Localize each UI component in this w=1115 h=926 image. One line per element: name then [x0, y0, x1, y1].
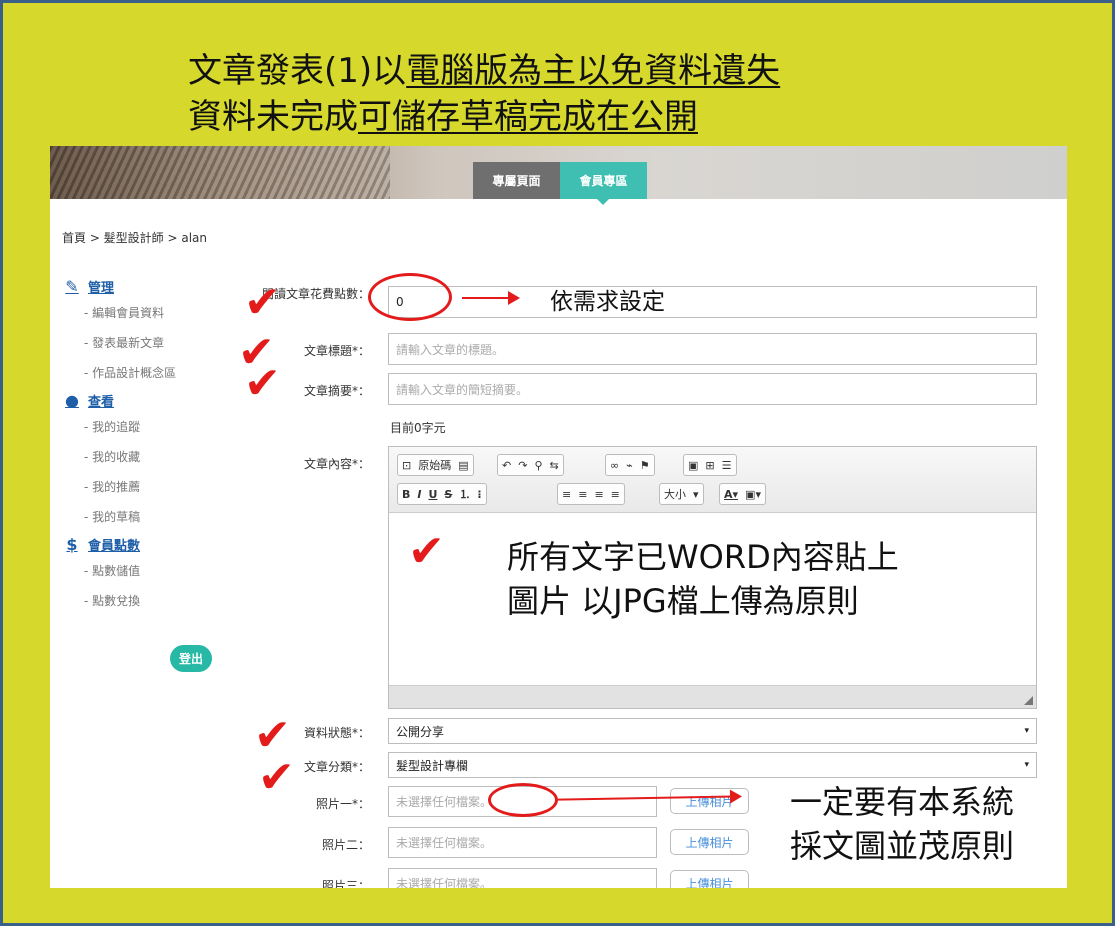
sidebar-group-points[interactable]: $ 會員點數 [62, 532, 242, 556]
strikethrough-icon: S [444, 487, 453, 501]
source-icon: ⊡ [402, 458, 412, 472]
replace-icon: ⇆ [549, 458, 559, 472]
user-icon: ● [65, 390, 79, 410]
checkmark-annotation: ✔ [244, 277, 281, 328]
text-color-icon: A▾ [724, 487, 739, 501]
italic-icon: I [417, 487, 422, 501]
sidebar-group-label: 查看 [88, 394, 115, 410]
header-banner: 專屬頁面 會員專區 [50, 146, 1067, 205]
numbered-list-icon: ⒈ [459, 488, 471, 501]
sidebar-item-redeem[interactable]: - 點數兌換 [62, 586, 242, 616]
category-select[interactable]: 髮型設計專欄 ▾ [388, 752, 1037, 778]
bold-icon: B [402, 487, 411, 501]
align-justify-icon: ≡ [610, 487, 620, 501]
document-icon: ▤ [458, 458, 469, 472]
sidebar-group-manage[interactable]: ✎ 管理 [62, 274, 242, 298]
category-select-value: 髮型設計專欄 [396, 758, 469, 773]
chevron-down-icon: ▾ [1024, 760, 1029, 770]
toolbar-source-group[interactable]: ⊡ 原始碼 ▤ [397, 454, 474, 476]
photo2-label: 照片二： [321, 838, 370, 852]
checkmark-annotation: ✔ [408, 526, 445, 577]
status-select-value: 公開分享 [396, 724, 445, 739]
edit-icon: ✎ [65, 276, 79, 296]
checkmark-annotation: ✔ [258, 752, 295, 803]
toolbar-link-group[interactable]: ∞ ⌁ ⚑ [605, 454, 655, 476]
tab-exclusive-page[interactable]: 專屬頁面 [473, 162, 560, 199]
editor-toolbar: ⊡ 原始碼 ▤ ↶ ↷ ⚲ ⇆ ∞ ⌁ ⚑ ▣ ⊞ ☰ B I U S ⒈ ⁝ … [389, 447, 1036, 513]
slide-heading: 文章發表(1)以電腦版為主以免資料遺失 資料未完成可儲存草稿完成在公開 [188, 51, 781, 137]
photo2-file-input[interactable]: 未選擇任何檔案。 [388, 827, 657, 858]
unlink-icon: ⌁ [626, 458, 633, 472]
sidebar: ✎ 管理 - 編輯會員資料 - 發表最新文章 - 作品設計概念區 ● 查看 - … [62, 274, 242, 616]
toolbar-align-group[interactable]: ≡ ≡ ≡ ≡ [557, 483, 625, 505]
sidebar-item-drafts[interactable]: - 我的草稿 [62, 502, 242, 532]
undo-icon: ↶ [502, 458, 512, 472]
chevron-down-icon: ▾ [1024, 726, 1029, 736]
sidebar-item-topup[interactable]: - 點數儲值 [62, 556, 242, 586]
summary-input[interactable]: 請輸入文章的簡短摘要。 [388, 373, 1037, 405]
align-right-icon: ≡ [594, 487, 604, 501]
title-input[interactable]: 請輸入文章的標題。 [388, 333, 1037, 365]
photo3-file-input[interactable]: 未選擇任何檔案。 [388, 868, 657, 888]
photo3-label: 照片三： [321, 879, 370, 888]
content-label: 文章內容*： [303, 457, 370, 471]
toolbar-color-group[interactable]: A▾ ▣▾ [719, 483, 766, 505]
site-screenshot: 專屬頁面 會員專區 首頁 > 髮型設計師 > alan ✎ 管理 - 編輯會員資… [50, 146, 1067, 888]
banner-image [50, 146, 390, 199]
sidebar-item-favorites[interactable]: - 我的收藏 [62, 442, 242, 472]
font-size-label: 大小 [664, 488, 686, 501]
anchor-flag-icon: ⚑ [639, 458, 650, 472]
redo-icon: ↷ [518, 458, 528, 472]
cost-input[interactable]: 0 [388, 286, 1037, 318]
photo3-upload-button[interactable]: 上傳相片 [670, 870, 749, 888]
background-color-icon: ▣▾ [745, 487, 761, 501]
font-size-dropdown[interactable]: 大小 ▾ [659, 483, 704, 505]
cost-note: 依需求設定 [550, 289, 665, 315]
toolbar-format-group[interactable]: B I U S ⒈ ⁝ [397, 483, 487, 505]
table-icon: ⊞ [705, 458, 715, 472]
toolbar-insert-group[interactable]: ▣ ⊞ ☰ [683, 454, 737, 476]
char-count: 目前0字元 [390, 421, 446, 435]
bullet-list-icon: ⁝ [477, 487, 482, 501]
arrow-annotation [462, 291, 520, 305]
sidebar-item-design-concept[interactable]: - 作品設計概念區 [62, 358, 242, 388]
highlight-oval [488, 783, 558, 817]
image-icon: ▣ [688, 458, 699, 472]
tab-member-zone[interactable]: 會員專區 [560, 162, 647, 205]
highlight-oval [368, 273, 452, 321]
breadcrumb: 首頁 > 髮型設計師 > alan [62, 231, 208, 245]
sidebar-item-recommended[interactable]: - 我的推薦 [62, 472, 242, 502]
link-icon: ∞ [610, 458, 620, 472]
editor-resize-bar[interactable] [389, 685, 1036, 708]
checkmark-annotation: ✔ [244, 358, 281, 409]
find-icon: ⚲ [534, 458, 543, 472]
dollar-icon: $ [66, 534, 78, 554]
align-left-icon: ≡ [562, 487, 572, 501]
underline-icon: U [428, 487, 438, 501]
horizontal-line-icon: ☰ [721, 458, 732, 472]
source-button-label: 原始碼 [418, 459, 452, 472]
sidebar-item-publish-article[interactable]: - 發表最新文章 [62, 328, 242, 358]
status-select[interactable]: 公開分享 ▾ [388, 718, 1037, 744]
sidebar-group-view[interactable]: ● 查看 [62, 388, 242, 412]
photo-note: 一定要有本系統 採文圖並茂原則 [790, 783, 1015, 865]
align-center-icon: ≡ [578, 487, 588, 501]
sidebar-group-label: 管理 [88, 280, 115, 296]
content-note: 所有文字已WORD內容貼上 圖片 以JPG檔上傳為原則 [507, 538, 899, 620]
sidebar-item-following[interactable]: - 我的追蹤 [62, 412, 242, 442]
logout-button[interactable]: 登出 [170, 645, 212, 672]
toolbar-history-group[interactable]: ↶ ↷ ⚲ ⇆ [497, 454, 564, 476]
sidebar-item-edit-profile[interactable]: - 編輯會員資料 [62, 298, 242, 328]
sidebar-group-label: 會員點數 [88, 538, 141, 554]
chevron-down-icon: ▾ [693, 487, 699, 501]
photo2-upload-button[interactable]: 上傳相片 [670, 829, 749, 855]
